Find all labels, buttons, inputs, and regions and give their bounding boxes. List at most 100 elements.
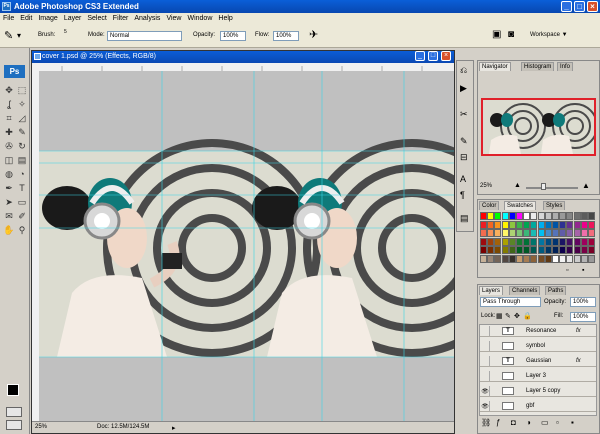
tab-navigator[interactable]: Navigator [479, 62, 511, 71]
swatch[interactable] [530, 212, 538, 220]
swatch[interactable] [544, 237, 552, 246]
marquee-icon[interactable]: ⬚ [16, 84, 28, 96]
swatch[interactable] [523, 246, 531, 254]
dodge-icon[interactable]: ◔ [16, 168, 28, 180]
swatch[interactable] [537, 246, 545, 254]
magic-wand-icon[interactable]: ✧ [16, 98, 28, 110]
swatch[interactable] [573, 246, 581, 254]
swatch[interactable] [530, 220, 538, 229]
swatch[interactable] [580, 229, 588, 237]
link-layers-icon[interactable]: ⛓ [481, 418, 491, 427]
new-layer-icon[interactable]: ▫ [556, 418, 559, 427]
swatch[interactable] [494, 220, 502, 229]
brush-tool-icon[interactable]: ✎ [4, 29, 13, 42]
menu-help[interactable]: Help [215, 13, 235, 25]
shape-icon[interactable]: ▭ [16, 196, 28, 208]
swatch[interactable] [552, 212, 559, 220]
swatch[interactable] [544, 212, 552, 220]
canvas-area[interactable] [32, 63, 454, 421]
brushes-panel-icon[interactable]: ✎ [460, 136, 468, 147]
visibility-eye-icon[interactable]: 👁 [481, 386, 490, 396]
new-swatch-icon[interactable]: ▫ [566, 267, 568, 274]
menu-file[interactable]: File [0, 13, 17, 25]
layer-row[interactable]: symbol [480, 340, 596, 352]
swatch[interactable] [508, 237, 516, 246]
delete-layer-icon[interactable]: ▪ [571, 418, 574, 427]
clone-source-icon[interactable]: ⊟ [460, 152, 468, 163]
layer-row[interactable]: T Gaussian fx [480, 355, 596, 367]
swatch[interactable] [566, 237, 574, 246]
swatch[interactable] [559, 254, 567, 263]
swatch[interactable] [537, 254, 545, 263]
swatch[interactable] [494, 254, 502, 263]
menu-edit[interactable]: Edit [17, 13, 35, 25]
zoom-icon[interactable]: ⚲ [16, 224, 28, 236]
swatch[interactable] [573, 212, 581, 220]
layer-row[interactable]: 👁 gbf [480, 400, 596, 412]
lock-position-icon[interactable]: ✥ [514, 312, 520, 320]
swatch[interactable] [523, 229, 531, 237]
blend-mode-select[interactable]: Pass Through [480, 297, 541, 307]
swatch[interactable] [588, 229, 595, 237]
flow-field[interactable]: 100% [273, 31, 299, 41]
airbrush-icon[interactable]: ✈ [309, 28, 318, 41]
swatch[interactable] [552, 237, 559, 246]
visibility-eye-icon[interactable] [481, 326, 490, 336]
tab-layers[interactable]: Layers [479, 286, 504, 295]
crop-icon[interactable]: ⌗ [3, 112, 15, 124]
doc-minimize-button[interactable]: _ [415, 51, 425, 61]
swatch[interactable] [573, 220, 581, 229]
eraser-icon[interactable]: ◫ [3, 154, 15, 166]
swatch[interactable] [494, 237, 502, 246]
swatch[interactable] [559, 212, 567, 220]
file-browser-icon[interactable]: ▣ [492, 29, 501, 40]
menu-analysis[interactable]: Analysis [131, 13, 163, 25]
swatch[interactable] [559, 237, 567, 246]
status-menu-arrow-icon[interactable]: ▸ [172, 423, 176, 434]
swatch[interactable] [537, 229, 545, 237]
layer-comps-icon[interactable]: ▤ [460, 213, 469, 224]
swatch[interactable] [516, 246, 523, 254]
minimize-button[interactable]: _ [561, 1, 572, 12]
swatch[interactable] [573, 254, 581, 263]
history-brush-icon[interactable]: ↻ [16, 140, 28, 152]
zoom-slider[interactable] [526, 187, 578, 189]
swatch[interactable] [516, 229, 523, 237]
swatch[interactable] [480, 246, 487, 254]
maximize-button[interactable]: □ [574, 1, 585, 12]
tab-channels[interactable]: Channels [509, 286, 541, 295]
swatch[interactable] [523, 237, 531, 246]
delete-swatch-icon[interactable]: ▪ [582, 267, 584, 274]
visibility-eye-icon[interactable]: 👁 [481, 401, 490, 411]
swatch[interactable] [544, 246, 552, 254]
swatch[interactable] [501, 254, 509, 263]
swatch[interactable] [480, 237, 487, 246]
zoom-level[interactable]: 25% [35, 422, 47, 433]
zoom-in-icon[interactable]: ▲ [582, 181, 590, 190]
swatch[interactable] [508, 212, 516, 220]
swatch[interactable] [508, 220, 516, 229]
swatch[interactable] [530, 237, 538, 246]
swatch[interactable] [480, 212, 487, 220]
swatch[interactable] [580, 246, 588, 254]
swatch[interactable] [537, 212, 545, 220]
adjustment-layer-icon[interactable]: ◑ [526, 418, 531, 427]
swatch[interactable] [501, 237, 509, 246]
mode-select[interactable]: Normal [107, 31, 182, 41]
swatch[interactable] [530, 229, 538, 237]
swatch[interactable] [573, 229, 581, 237]
swatch[interactable] [588, 237, 595, 246]
chevron-down-icon[interactable]: ▾ [17, 31, 21, 40]
swatch[interactable] [588, 254, 595, 263]
swatch[interactable] [501, 229, 509, 237]
swatch[interactable] [552, 254, 559, 263]
visibility-eye-icon[interactable] [481, 371, 490, 381]
path-select-icon[interactable]: ➤ [3, 196, 15, 208]
quick-mask-icon[interactable] [6, 407, 22, 417]
layer-style-icon[interactable]: ƒ [496, 418, 500, 427]
healing-icon[interactable]: ✚ [3, 126, 15, 138]
character-panel-icon[interactable]: A [460, 174, 466, 184]
swatch[interactable] [487, 254, 495, 263]
notes-icon[interactable]: ✉ [3, 210, 15, 222]
swatch[interactable] [566, 246, 574, 254]
